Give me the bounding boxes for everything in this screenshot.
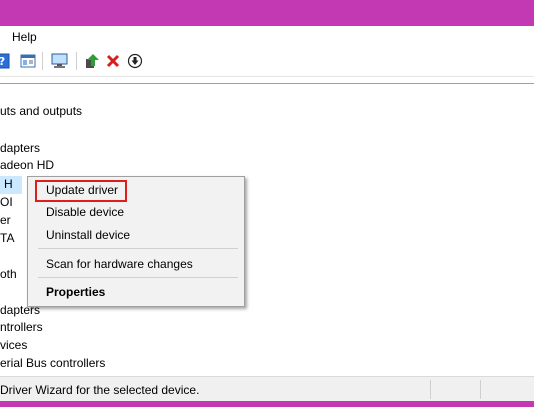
tree-item[interactable]: H	[4, 177, 13, 191]
tree-item[interactable]: er	[0, 213, 11, 227]
help-icon[interactable]: ?	[0, 53, 10, 69]
toolbar-separator	[76, 52, 77, 70]
menu-separator	[38, 248, 238, 249]
status-separator	[430, 380, 431, 399]
uninstall-icon[interactable]	[105, 53, 121, 69]
tree-item[interactable]: uts and outputs	[0, 104, 82, 118]
tree-item[interactable]: vices	[0, 338, 27, 352]
tree-item[interactable]: OI	[0, 195, 13, 209]
properties-icon[interactable]	[20, 53, 36, 69]
tree-item[interactable]: ntrollers	[0, 320, 43, 334]
tree-item[interactable]: TA	[0, 231, 14, 245]
menu-properties[interactable]: Properties	[46, 285, 105, 299]
tree-item[interactable]: oth	[0, 267, 17, 281]
menu-bar: Help	[0, 26, 534, 48]
menu-uninstall-device[interactable]: Uninstall device	[46, 228, 130, 242]
tree-item[interactable]: adeon HD	[0, 158, 54, 172]
toolbar-separator	[42, 52, 43, 70]
status-text: Driver Wizard for the selected device.	[0, 383, 200, 397]
menu-scan-hardware[interactable]: Scan for hardware changes	[46, 257, 193, 271]
title-bar	[0, 0, 534, 26]
toolbar: ?	[0, 48, 534, 77]
menu-update-driver[interactable]: Update driver	[46, 183, 118, 197]
menu-separator	[38, 277, 238, 278]
status-bar: Driver Wizard for the selected device.	[0, 376, 534, 402]
menu-help[interactable]: Help	[12, 30, 37, 44]
tree-item[interactable]: dapters	[0, 141, 40, 155]
window-border	[0, 401, 534, 407]
scan-icon[interactable]	[51, 53, 68, 69]
status-separator	[480, 380, 481, 399]
menu-disable-device[interactable]: Disable device	[46, 205, 124, 219]
update-driver-icon[interactable]	[84, 53, 100, 69]
tree-item[interactable]: erial Bus controllers	[0, 356, 105, 370]
download-icon[interactable]	[127, 53, 143, 69]
svg-text:?: ?	[0, 55, 5, 68]
context-menu: Update driver Disable device Uninstall d…	[27, 176, 245, 307]
